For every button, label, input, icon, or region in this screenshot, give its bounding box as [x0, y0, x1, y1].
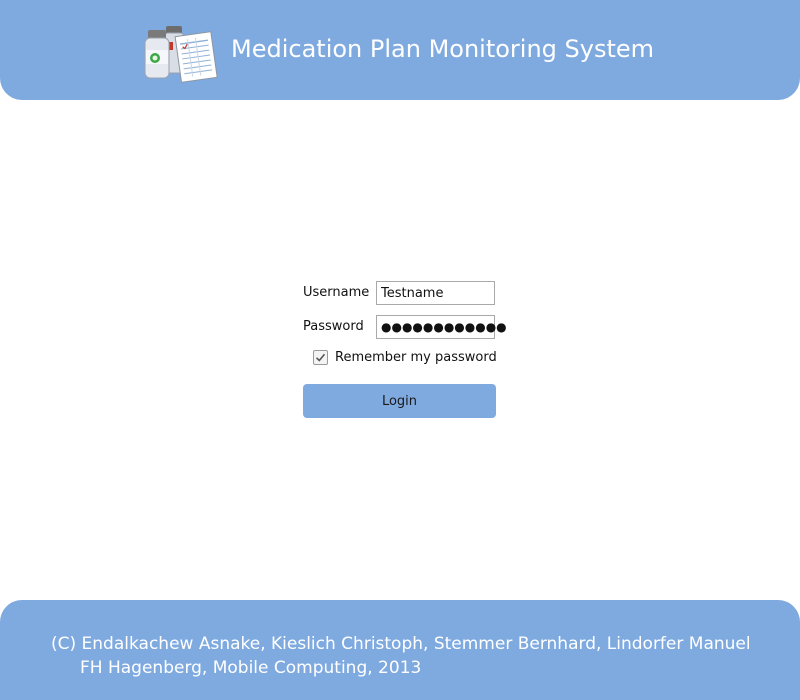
medication-logo-icon [140, 22, 220, 84]
password-row: Password ●●●●●●●●●●●● [303, 315, 507, 339]
footer-institution: FH Hagenberg, Mobile Computing, 2013 [80, 658, 422, 678]
footer-copyright: (C) Endalkachew Asnake, Kieslich Christo… [51, 634, 751, 654]
header-bar: Medication Plan Monitoring System [0, 0, 800, 100]
username-row: Username [303, 281, 497, 305]
checkmark-icon [315, 353, 326, 362]
remember-password-checkbox[interactable] [313, 350, 328, 365]
password-label: Password [303, 319, 364, 334]
login-form: Username Password ●●●●●●●●●●●● Remember … [303, 281, 507, 418]
login-button[interactable]: Login [303, 384, 496, 418]
password-input[interactable]: ●●●●●●●●●●●● [376, 315, 507, 339]
username-label: Username [303, 285, 370, 300]
footer-bar: (C) Endalkachew Asnake, Kieslich Christo… [0, 600, 800, 700]
remember-row: Remember my password [303, 349, 497, 369]
app-title: Medication Plan Monitoring System [231, 35, 655, 63]
username-input[interactable] [376, 281, 495, 305]
remember-password-label[interactable]: Remember my password [335, 350, 497, 366]
